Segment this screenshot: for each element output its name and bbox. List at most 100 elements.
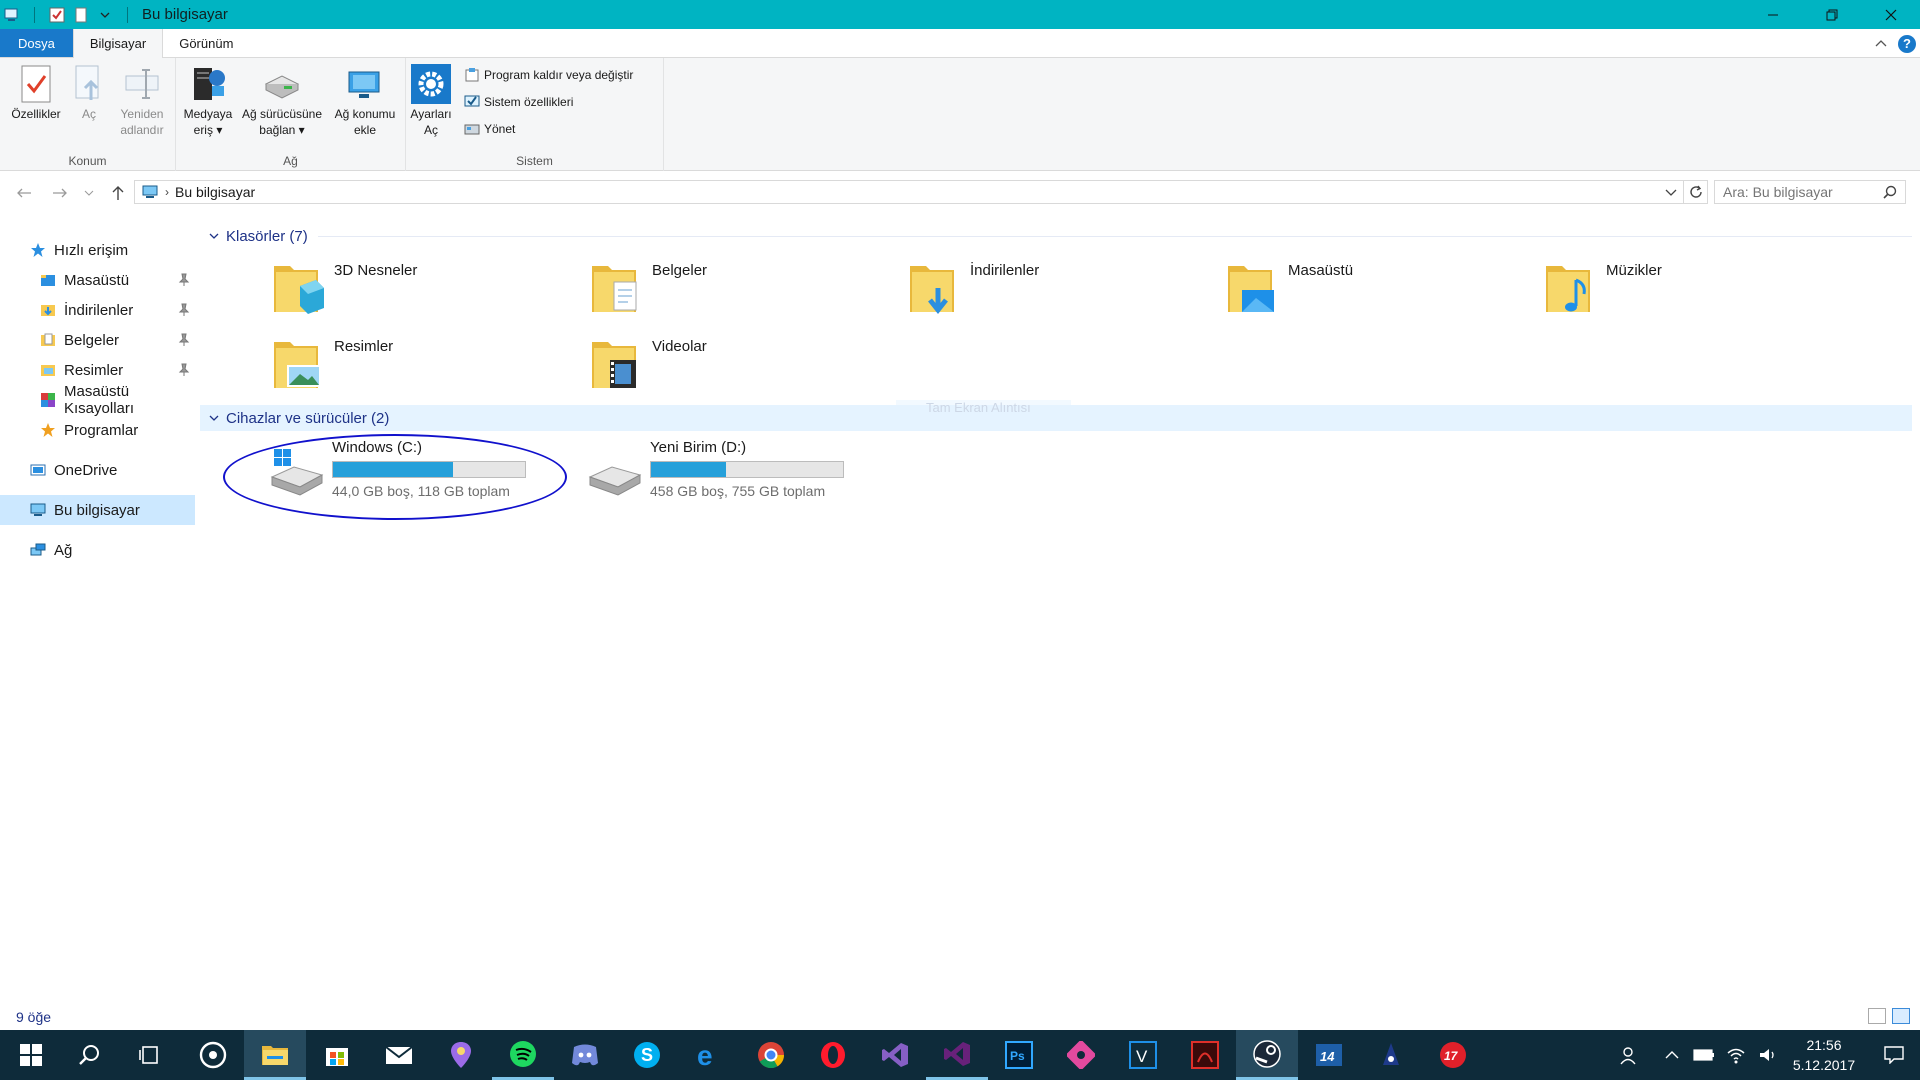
maps-pin-icon[interactable] xyxy=(430,1030,492,1080)
start-button[interactable] xyxy=(0,1030,62,1080)
breadcrumb-this-pc[interactable]: Bu bilgisayar xyxy=(175,184,255,200)
folder-music[interactable]: Müzikler xyxy=(1544,258,1844,320)
pin-icon[interactable] xyxy=(177,303,191,317)
collapse-ribbon-icon[interactable] xyxy=(1874,35,1888,52)
clock[interactable]: 21:56 5.12.2017 xyxy=(1784,1035,1864,1075)
refresh-button[interactable] xyxy=(1684,180,1708,204)
nav-desktop-shortcuts[interactable]: Masaüstü Kısayolları xyxy=(0,383,195,417)
steam-icon[interactable] xyxy=(1236,1030,1298,1080)
action-center-icon[interactable] xyxy=(1882,1043,1906,1067)
nav-quick-access[interactable]: Hızlı erişim xyxy=(0,235,195,265)
recent-locations-button[interactable] xyxy=(82,183,96,203)
photoshop-icon[interactable]: Ps xyxy=(988,1030,1050,1080)
pes-2017-icon[interactable]: 17 xyxy=(1422,1030,1484,1080)
windows-logo-icon xyxy=(20,1044,42,1066)
window-title: Bu bilgisayar xyxy=(142,6,228,23)
chevron-down-icon[interactable] xyxy=(97,7,113,23)
properties-button[interactable]: Özellikler xyxy=(6,64,66,122)
chevron-down-icon[interactable] xyxy=(208,230,220,242)
back-button[interactable] xyxy=(14,183,34,203)
system-properties-button[interactable]: Sistem özellikleri xyxy=(464,91,573,113)
folder-documents[interactable]: Belgeler xyxy=(590,258,890,320)
nav-desktop[interactable]: Masaüstü xyxy=(0,265,195,295)
discord-icon[interactable] xyxy=(554,1030,616,1080)
folder-downloads[interactable]: İndirilenler xyxy=(908,258,1208,320)
visual-studio-2-icon[interactable] xyxy=(926,1030,988,1080)
new-folder-icon[interactable] xyxy=(73,7,89,23)
folder-desktop[interactable]: Masaüstü xyxy=(1226,258,1526,320)
address-dropdown-icon[interactable] xyxy=(1665,184,1677,201)
nav-this-pc[interactable]: Bu bilgisayar xyxy=(0,495,195,525)
nav-documents[interactable]: Belgeler xyxy=(0,325,195,355)
details-view-button[interactable] xyxy=(1868,1008,1886,1024)
nav-network[interactable]: Ağ xyxy=(0,535,195,565)
uninstall-program-button[interactable]: Program kaldır veya değiştir xyxy=(464,64,633,86)
search-icon[interactable] xyxy=(1883,185,1897,202)
opera-icon[interactable] xyxy=(802,1030,864,1080)
pes-icon[interactable]: 14 xyxy=(1298,1030,1360,1080)
rename-button[interactable]: Yeniden adlandır xyxy=(112,64,172,138)
vegas-icon[interactable]: V xyxy=(1112,1030,1174,1080)
store-icon[interactable] xyxy=(306,1030,368,1080)
large-icons-view-button[interactable] xyxy=(1892,1008,1910,1024)
add-network-location-button[interactable]: Ağ konumu ekle xyxy=(328,64,402,138)
skype-icon[interactable]: S xyxy=(616,1030,678,1080)
help-icon[interactable]: ? xyxy=(1898,34,1916,53)
folder-3d-objects[interactable]: 3D Nesneler xyxy=(272,258,572,320)
nav-onedrive[interactable]: OneDrive xyxy=(0,455,195,485)
spotify-icon[interactable] xyxy=(492,1030,554,1080)
app-diamond-icon[interactable] xyxy=(1050,1030,1112,1080)
minimize-button[interactable] xyxy=(1743,0,1802,29)
forward-button[interactable] xyxy=(50,183,70,203)
task-view-button[interactable] xyxy=(118,1030,180,1080)
nav-pictures[interactable]: Resimler xyxy=(0,355,195,385)
svg-text:17: 17 xyxy=(1444,1049,1459,1063)
documents-folder-icon xyxy=(590,258,646,318)
map-network-drive-button[interactable]: Ağ sürücüsüne bağlan ▾ xyxy=(238,64,326,138)
pin-icon[interactable] xyxy=(177,333,191,347)
breadcrumb-chevron-icon[interactable]: › xyxy=(165,185,169,199)
restore-button[interactable] xyxy=(1802,0,1861,29)
battery-icon[interactable] xyxy=(1692,1043,1716,1067)
tab-view[interactable]: Görünüm xyxy=(163,29,249,57)
people-icon[interactable] xyxy=(1618,1043,1642,1067)
pin-icon[interactable] xyxy=(177,273,191,287)
address-bar[interactable]: › Bu bilgisayar xyxy=(134,180,1684,204)
wifi-icon[interactable] xyxy=(1724,1043,1748,1067)
search-box[interactable] xyxy=(1714,180,1906,204)
search-input[interactable] xyxy=(1723,184,1873,200)
close-button[interactable] xyxy=(1861,0,1920,29)
cortana-icon[interactable] xyxy=(182,1030,244,1080)
open-button[interactable]: Aç xyxy=(70,64,108,122)
search-taskbar-button[interactable] xyxy=(58,1030,120,1080)
volume-icon[interactable] xyxy=(1756,1043,1780,1067)
up-button[interactable] xyxy=(108,183,128,203)
folder-pictures[interactable]: Resimler xyxy=(272,334,572,396)
folder-videos[interactable]: Videolar xyxy=(590,334,890,396)
tab-file[interactable]: Dosya xyxy=(0,29,73,57)
drive-d[interactable]: Yeni Birim (D:) 458 GB boş, 755 GB topla… xyxy=(588,439,888,509)
this-pc-icon[interactable] xyxy=(4,7,20,23)
properties-check-icon[interactable] xyxy=(49,7,65,23)
open-settings-button[interactable]: Ayarları Aç xyxy=(408,64,454,138)
file-explorer-icon[interactable] xyxy=(244,1030,306,1080)
acrobat-icon[interactable] xyxy=(1174,1030,1236,1080)
open-settings-label-1: Ayarları xyxy=(410,107,452,121)
shortcuts-cube-icon xyxy=(40,392,56,408)
pin-icon[interactable] xyxy=(177,363,191,377)
nav-quick-access-label: Hızlı erişim xyxy=(54,241,129,259)
edge-icon[interactable]: e xyxy=(678,1030,740,1080)
chevron-down-icon[interactable] xyxy=(208,412,220,424)
wizard-icon[interactable] xyxy=(1360,1030,1422,1080)
chrome-icon[interactable] xyxy=(740,1030,802,1080)
nav-downloads[interactable]: İndirilenler xyxy=(0,295,195,325)
nav-programs[interactable]: Programlar xyxy=(0,415,195,445)
folders-section-header[interactable]: Klasörler (7) xyxy=(200,223,1912,249)
mail-icon[interactable] xyxy=(368,1030,430,1080)
visual-studio-icon[interactable] xyxy=(864,1030,926,1080)
media-access-button[interactable]: Medyaya eriş ▾ xyxy=(180,64,236,138)
show-hidden-icons-icon[interactable] xyxy=(1660,1043,1684,1067)
media-access-label-2: eriş ▾ xyxy=(193,123,223,137)
tab-computer[interactable]: Bilgisayar xyxy=(72,29,164,58)
manage-button[interactable]: Yönet xyxy=(464,118,515,140)
